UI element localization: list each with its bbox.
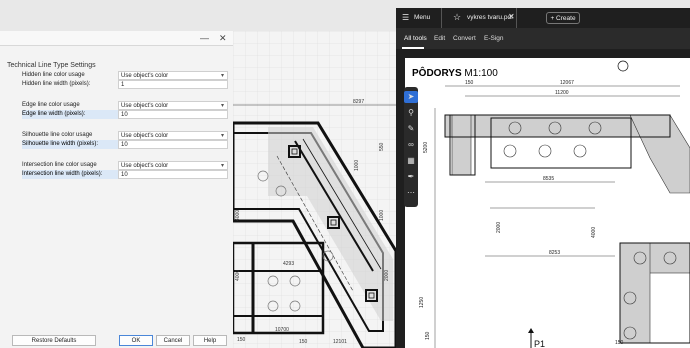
dim-label: 150	[615, 340, 624, 346]
comment-zoom-icon[interactable]: ⚲	[404, 107, 418, 119]
dim-label: 1250	[419, 297, 425, 308]
floor-plan: 150 12067 11200 8535 8253 5200 150 P1 15…	[419, 60, 690, 348]
pdf-viewer-window: ☰ Menu ☆ vykres tvaru.pdf ✕ + Create All…	[396, 8, 690, 348]
intersection-line-width-row: Intersection line width (pixels): 10	[22, 170, 228, 179]
menu-all-tools[interactable]: All tools	[404, 35, 427, 42]
silhouette-line-color-label: Silhouette line color usage	[22, 132, 93, 138]
dim-label: 1000	[379, 210, 385, 221]
page-title-main: PÔDORYS	[412, 68, 462, 79]
menu-edit[interactable]: Edit	[434, 35, 445, 42]
dim-label: 150	[237, 337, 246, 343]
hidden-line-color-row: Hidden line color usage Use object's col…	[22, 71, 228, 80]
dim-label: 4000	[591, 227, 597, 238]
chevron-down-icon: ▾	[220, 73, 224, 79]
hidden-line-color-value: Use object's color	[121, 73, 169, 79]
hidden-line-width-label: Hidden line width (pixels):	[22, 81, 91, 87]
hidden-line-color-select[interactable]: Use object's color ▾	[118, 71, 228, 80]
dim-label: 2000	[496, 222, 502, 233]
dialog-titlebar: — ✕	[0, 31, 233, 46]
ok-button[interactable]: OK	[119, 335, 153, 346]
pen-icon[interactable]: ✎	[404, 123, 418, 135]
document-tab[interactable]: vykres tvaru.pdf	[467, 14, 513, 21]
dim-label: 5200	[423, 142, 429, 153]
cursor-icon[interactable]: ➤	[404, 91, 418, 103]
dim-label: 550	[379, 142, 385, 151]
page-title: PÔDORYS M1:100	[412, 68, 498, 79]
edge-line-width-row: Edge line width (pixels): 10	[22, 110, 228, 119]
dim-label: 150	[299, 339, 308, 345]
hidden-line-color-label: Hidden line color usage	[22, 72, 85, 78]
dim-label: 8253	[549, 250, 560, 256]
page-title-scale: M1:100	[464, 68, 498, 79]
edge-line-color-select[interactable]: Use object's color ▾	[118, 101, 228, 110]
dim-label: 2000	[384, 270, 390, 281]
signature-icon[interactable]: ✒	[404, 171, 418, 183]
divider	[516, 8, 517, 28]
edge-line-width-label: Edge line width (pixels):	[22, 111, 86, 117]
active-tab-indicator	[402, 47, 424, 49]
create-button[interactable]: + Create	[546, 12, 580, 24]
hidden-line-width-row: Hidden line width (pixels): 1	[22, 80, 228, 89]
menu-esign[interactable]: E-Sign	[484, 35, 504, 42]
text-box-icon[interactable]: ▦	[404, 155, 418, 167]
dim-label: 12067	[560, 80, 574, 86]
intersection-line-color-label: Intersection line color usage	[22, 162, 97, 168]
more-icon[interactable]: ⋯	[404, 187, 418, 199]
intersection-line-width-label: Intersection line width (pixels):	[22, 171, 103, 177]
close-icon[interactable]: ✕	[219, 33, 227, 44]
create-label: Create	[556, 15, 576, 22]
viewer-tabbar: ☰ Menu ☆ vykres tvaru.pdf ✕ + Create	[396, 8, 690, 28]
tools-panel: ➤ ⚲ ✎ ∞ ▦ ✒ ⋯	[404, 87, 418, 207]
viewer-menubar: All tools Edit Convert E-Sign	[396, 28, 690, 49]
dim-label: 150	[465, 80, 474, 86]
edge-line-width-input[interactable]: 10	[118, 110, 228, 119]
dim-label: 150	[425, 331, 431, 340]
dim-label: 12101	[333, 339, 347, 345]
cancel-button[interactable]: Cancel	[156, 335, 190, 346]
hamburger-icon[interactable]: ☰	[402, 13, 409, 22]
star-icon[interactable]: ☆	[453, 12, 461, 23]
dim-label: 4000	[235, 210, 241, 221]
edge-line-color-label: Edge line color usage	[22, 102, 80, 108]
cad-drawing-viewport[interactable]: 8297 4293 10700 12101 4000 4000 1000 200…	[233, 31, 396, 348]
intersection-line-color-value: Use object's color	[121, 163, 169, 169]
dim-label: 1000	[354, 160, 360, 171]
hidden-line-width-input[interactable]: 1	[118, 80, 228, 89]
intersection-line-color-row: Intersection line color usage Use object…	[22, 161, 228, 170]
divider	[441, 8, 442, 28]
help-button[interactable]: Help	[193, 335, 227, 346]
menu-button[interactable]: Menu	[414, 14, 430, 21]
silhouette-line-color-value: Use object's color	[121, 133, 169, 139]
chevron-down-icon: ▾	[220, 163, 224, 169]
dim-label: 11200	[555, 90, 569, 96]
cad-drawing: 8297 4293 10700 12101 4000 4000 1000 200…	[233, 31, 396, 348]
silhouette-line-width-label: Silhouette line width (pixels):	[22, 141, 99, 147]
intersection-line-width-input[interactable]: 10	[118, 170, 228, 179]
dim-label: 8297	[353, 99, 364, 105]
intersection-line-color-select[interactable]: Use object's color ▾	[118, 161, 228, 170]
chevron-down-icon: ▾	[220, 103, 224, 109]
close-icon[interactable]: ✕	[508, 12, 515, 21]
link-icon[interactable]: ∞	[404, 139, 418, 151]
edge-line-color-value: Use object's color	[121, 103, 169, 109]
dim-label: 10700	[275, 327, 289, 333]
menu-convert[interactable]: Convert	[453, 35, 476, 42]
restore-defaults-button[interactable]: Restore Defaults	[12, 335, 96, 346]
pdf-page[interactable]: 150 12067 11200 8535 8253 5200 150 P1 15…	[405, 58, 690, 348]
dim-label: 8535	[543, 176, 554, 182]
silhouette-line-width-input[interactable]: 10	[118, 140, 228, 149]
settings-dialog: — ✕ Technical Line Type Settings Hidden …	[0, 31, 234, 348]
chevron-down-icon: ▾	[220, 133, 224, 139]
edge-line-color-row: Edge line color usage Use object's color…	[22, 101, 228, 110]
section-title: Technical Line Type Settings	[7, 62, 96, 69]
minimize-icon[interactable]: —	[200, 33, 209, 43]
dim-label: 4000	[235, 270, 241, 281]
dim-label: 4293	[283, 261, 294, 267]
silhouette-line-color-select[interactable]: Use object's color ▾	[118, 131, 228, 140]
section-label: P1	[534, 339, 545, 348]
silhouette-line-color-row: Silhouette line color usage Use object's…	[22, 131, 228, 140]
silhouette-line-width-row: Silhouette line width (pixels): 10	[22, 140, 228, 149]
